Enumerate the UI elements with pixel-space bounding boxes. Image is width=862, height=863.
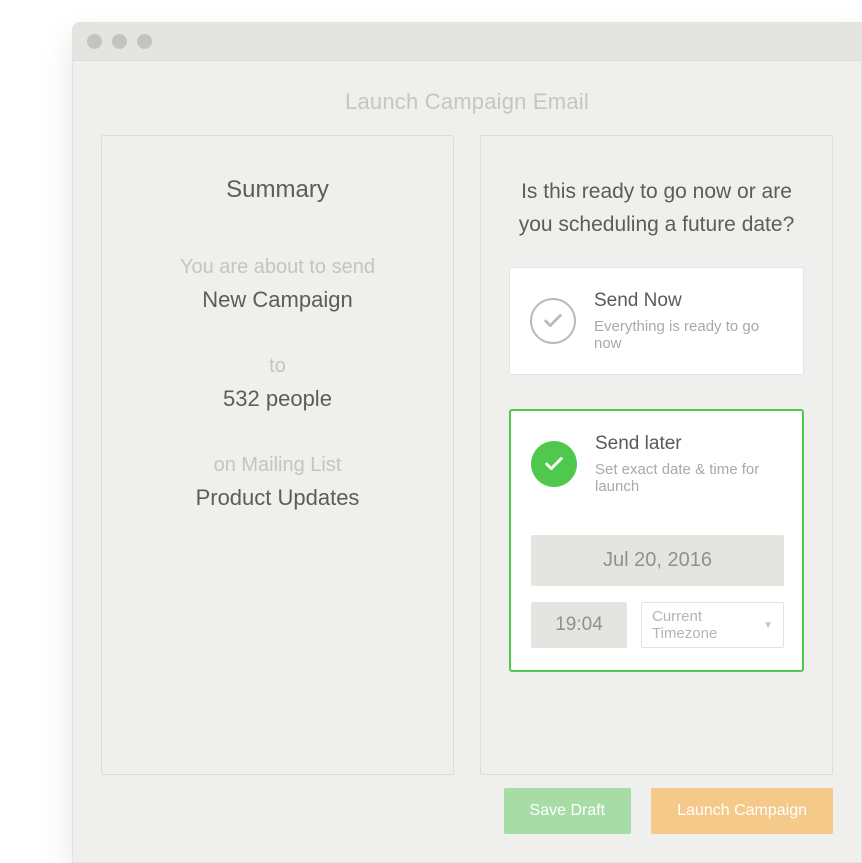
chevron-down-icon: ▼ — [763, 620, 773, 631]
window-titlebar — [73, 23, 861, 61]
summary-campaign-name: New Campaign — [130, 287, 425, 313]
timezone-select[interactable]: Current Timezone ▼ — [641, 602, 784, 648]
send-later-title: Send later — [595, 433, 784, 455]
option-send-now[interactable]: Send Now Everything is ready to go now — [509, 267, 804, 375]
option-send-now-text: Send Now Everything is ready to go now — [594, 290, 785, 352]
summary-recipient-count: 532 people — [130, 386, 425, 412]
summary-line-intro: You are about to send — [130, 256, 425, 279]
page-title: Launch Campaign Email — [73, 61, 861, 135]
time-input[interactable]: 19:04 — [531, 602, 627, 648]
summary-card: Summary You are about to send New Campai… — [101, 135, 454, 775]
timezone-label: Current Timezone — [652, 608, 755, 642]
save-draft-button[interactable]: Save Draft — [504, 788, 632, 834]
launch-campaign-button[interactable]: Launch Campaign — [651, 788, 833, 834]
option-send-later[interactable]: Send later Set exact date & time for lau… — [509, 409, 804, 672]
schedule-card: Is this ready to go now or are you sched… — [480, 135, 833, 775]
date-input[interactable]: Jul 20, 2016 — [531, 535, 784, 586]
footer-actions: Save Draft Launch Campaign — [504, 788, 833, 834]
summary-list-label: on Mailing List — [130, 454, 425, 477]
schedule-inputs: Jul 20, 2016 19:04 Current Timezone ▼ — [531, 513, 784, 648]
close-icon[interactable] — [87, 34, 102, 49]
traffic-lights — [87, 34, 152, 49]
main-content: Summary You are about to send New Campai… — [73, 135, 861, 775]
summary-to-label: to — [130, 355, 425, 378]
checkmark-icon — [530, 298, 576, 344]
app-window: Launch Campaign Email Summary You are ab… — [72, 22, 862, 863]
send-now-title: Send Now — [594, 290, 785, 312]
summary-heading: Summary — [130, 176, 425, 204]
checkmark-icon — [531, 441, 577, 487]
option-send-later-text: Send later Set exact date & time for lau… — [595, 433, 784, 495]
send-now-subtitle: Everything is ready to go now — [594, 318, 785, 352]
summary-list-name: Product Updates — [130, 485, 425, 511]
schedule-prompt: Is this ready to go now or are you sched… — [509, 176, 804, 267]
zoom-icon[interactable] — [137, 34, 152, 49]
minimize-icon[interactable] — [112, 34, 127, 49]
send-later-subtitle: Set exact date & time for launch — [595, 461, 784, 495]
